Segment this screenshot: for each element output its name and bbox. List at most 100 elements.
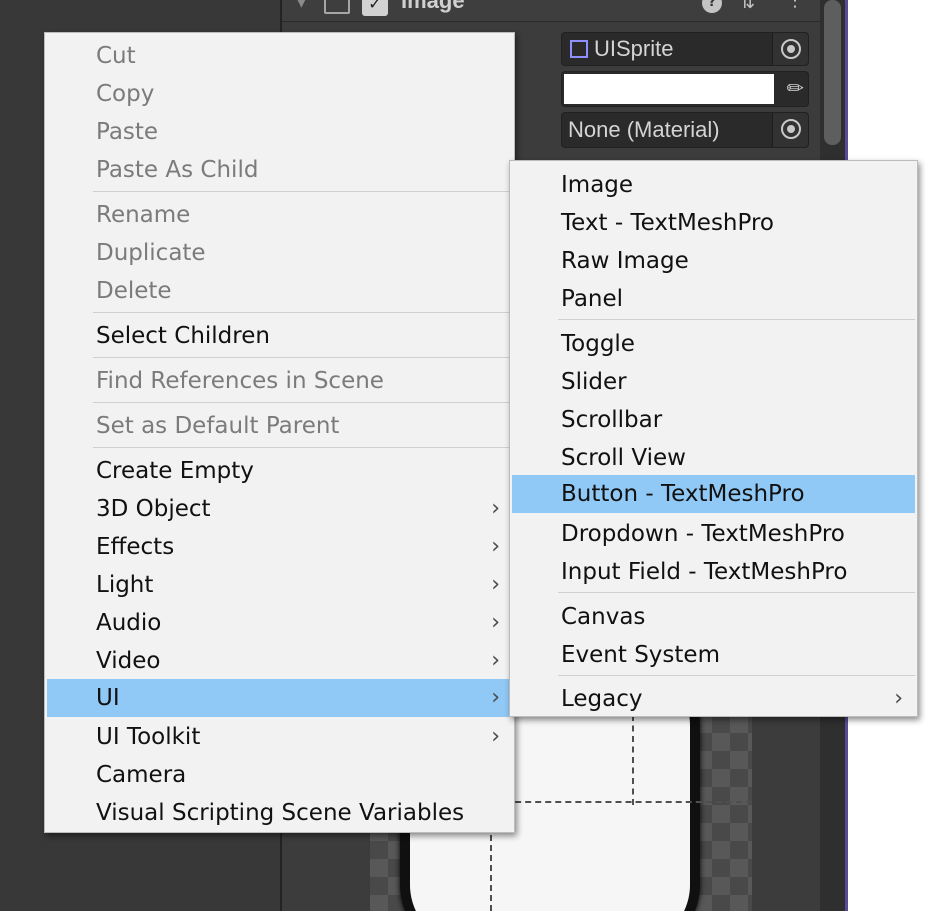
menu-item-label: Legacy bbox=[561, 686, 643, 712]
source-image-value: UISprite bbox=[594, 36, 674, 61]
menu-item-camera[interactable]: Camera bbox=[47, 756, 512, 794]
menu-item-label: Event System bbox=[561, 642, 720, 668]
foldout-arrow-icon[interactable]: ▼ bbox=[296, 0, 307, 10]
submenu-arrow-icon: › bbox=[491, 496, 500, 521]
slice-guide-horizontal bbox=[485, 801, 752, 803]
submenu-item-button-textmeshpro[interactable]: Button - TextMeshPro bbox=[512, 475, 915, 513]
menu-item-label: 3D Object bbox=[96, 496, 211, 522]
submenu-arrow-icon: › bbox=[491, 610, 500, 635]
submenu-item-canvas[interactable]: Canvas bbox=[512, 598, 915, 636]
menu-item-copy[interactable]: Copy bbox=[47, 75, 512, 113]
menu-separator bbox=[558, 675, 915, 676]
more-options-icon[interactable]: ⋮ bbox=[786, 0, 804, 11]
menu-item-select-children[interactable]: Select Children bbox=[47, 317, 512, 355]
menu-item-label: Duplicate bbox=[96, 240, 206, 266]
menu-item-label: Rename bbox=[96, 202, 191, 228]
sprite-icon bbox=[570, 40, 588, 58]
menu-item-label: Scrollbar bbox=[561, 407, 663, 433]
submenu-item-raw-image[interactable]: Raw Image bbox=[512, 242, 915, 280]
menu-item-label: Input Field - TextMeshPro bbox=[561, 559, 848, 585]
submenu-item-scroll-view[interactable]: Scroll View bbox=[512, 439, 915, 477]
component-title: Image bbox=[401, 0, 465, 13]
submenu-item-input-field-textmeshpro[interactable]: Input Field - TextMeshPro bbox=[512, 553, 915, 591]
menu-item-video[interactable]: Video › bbox=[47, 642, 512, 680]
submenu-item-image[interactable]: Image bbox=[512, 166, 915, 204]
menu-separator bbox=[93, 447, 512, 448]
menu-item-create-empty[interactable]: Create Empty bbox=[47, 452, 512, 490]
preset-icon[interactable]: ⇅ bbox=[740, 0, 755, 13]
menu-item-set-default-parent[interactable]: Set as Default Parent bbox=[47, 407, 512, 445]
submenu-item-panel[interactable]: Panel bbox=[512, 280, 915, 318]
submenu-item-toggle[interactable]: Toggle bbox=[512, 325, 915, 363]
object-picker-icon bbox=[781, 39, 801, 59]
color-swatch[interactable] bbox=[564, 74, 774, 104]
material-field[interactable]: None (Material) bbox=[561, 112, 809, 148]
menu-item-paste[interactable]: Paste bbox=[47, 113, 512, 151]
menu-item-light[interactable]: Light › bbox=[47, 566, 512, 604]
menu-separator bbox=[93, 191, 512, 192]
eyedropper-icon[interactable]: ✎ bbox=[781, 74, 810, 103]
menu-item-label: Select Children bbox=[96, 323, 270, 349]
menu-item-find-references[interactable]: Find References in Scene bbox=[47, 362, 512, 400]
submenu-arrow-icon: › bbox=[491, 724, 500, 749]
submenu-arrow-icon: › bbox=[491, 534, 500, 559]
submenu-item-scrollbar[interactable]: Scrollbar bbox=[512, 401, 915, 439]
menu-item-label: Set as Default Parent bbox=[96, 413, 340, 439]
menu-item-label: Find References in Scene bbox=[96, 368, 384, 394]
color-field[interactable]: ✎ bbox=[561, 71, 810, 107]
menu-item-label: Camera bbox=[96, 762, 187, 788]
submenu-item-event-system[interactable]: Event System bbox=[512, 636, 915, 674]
menu-item-label: Paste bbox=[96, 119, 159, 145]
menu-item-label: Light bbox=[96, 572, 154, 598]
menu-item-ui-toolkit[interactable]: UI Toolkit › bbox=[47, 718, 512, 756]
menu-item-label: Scroll View bbox=[561, 445, 686, 471]
menu-item-label: Visual Scripting Scene Variables bbox=[96, 800, 465, 826]
menu-item-label: UI Toolkit bbox=[96, 724, 201, 750]
menu-item-label: Toggle bbox=[561, 331, 635, 357]
menu-item-label: Effects bbox=[96, 534, 175, 560]
submenu-arrow-icon: › bbox=[894, 686, 903, 711]
menu-item-delete[interactable]: Delete bbox=[47, 272, 512, 310]
object-picker-button[interactable] bbox=[772, 33, 808, 65]
menu-item-visual-scripting[interactable]: Visual Scripting Scene Variables bbox=[47, 794, 512, 832]
submenu-item-slider[interactable]: Slider bbox=[512, 363, 915, 401]
menu-item-label: Image bbox=[561, 172, 634, 198]
submenu-item-dropdown-textmeshpro[interactable]: Dropdown - TextMeshPro bbox=[512, 515, 915, 553]
menu-item-label: Text - TextMeshPro bbox=[561, 210, 774, 236]
menu-item-label: Raw Image bbox=[561, 248, 689, 274]
submenu-arrow-icon: › bbox=[491, 648, 500, 673]
submenu-arrow-icon: › bbox=[491, 572, 500, 597]
inspector-scrollbar-thumb[interactable] bbox=[824, 0, 841, 145]
source-image-field[interactable]: UISprite bbox=[561, 32, 809, 66]
menu-item-label: Video bbox=[96, 648, 161, 674]
menu-item-3d-object[interactable]: 3D Object › bbox=[47, 490, 512, 528]
component-enabled-checkbox[interactable]: ✓ bbox=[362, 0, 388, 16]
menu-item-cut[interactable]: Cut bbox=[47, 37, 512, 75]
submenu-item-legacy[interactable]: Legacy › bbox=[512, 680, 915, 718]
menu-item-label: UI bbox=[96, 685, 120, 711]
object-picker-icon bbox=[781, 119, 801, 139]
ui-submenu: Image Text - TextMeshPro Raw Image Panel… bbox=[509, 160, 918, 717]
menu-separator bbox=[93, 357, 512, 358]
menu-item-effects[interactable]: Effects › bbox=[47, 528, 512, 566]
menu-item-label: Slider bbox=[561, 369, 627, 395]
submenu-item-text-textmeshpro[interactable]: Text - TextMeshPro bbox=[512, 204, 915, 242]
menu-separator bbox=[93, 402, 512, 403]
image-component-icon bbox=[324, 0, 350, 14]
menu-item-label: Panel bbox=[561, 286, 624, 312]
menu-item-label: Audio bbox=[96, 610, 162, 636]
submenu-arrow-icon: › bbox=[491, 685, 500, 710]
menu-item-label: Button - TextMeshPro bbox=[561, 481, 805, 507]
menu-item-label: Create Empty bbox=[96, 458, 254, 484]
menu-item-ui[interactable]: UI › bbox=[47, 679, 512, 717]
menu-item-rename[interactable]: Rename bbox=[47, 196, 512, 234]
menu-item-audio[interactable]: Audio › bbox=[47, 604, 512, 642]
menu-item-duplicate[interactable]: Duplicate bbox=[47, 234, 512, 272]
hierarchy-context-menu: Cut Copy Paste Paste As Child Rename Dup… bbox=[44, 32, 515, 833]
material-value: None (Material) bbox=[568, 117, 720, 142]
material-picker-button[interactable] bbox=[772, 113, 808, 147]
menu-item-label: Canvas bbox=[561, 604, 646, 630]
menu-item-label: Delete bbox=[96, 278, 172, 304]
menu-item-paste-as-child[interactable]: Paste As Child bbox=[47, 151, 512, 189]
menu-item-label: Paste As Child bbox=[96, 157, 259, 183]
